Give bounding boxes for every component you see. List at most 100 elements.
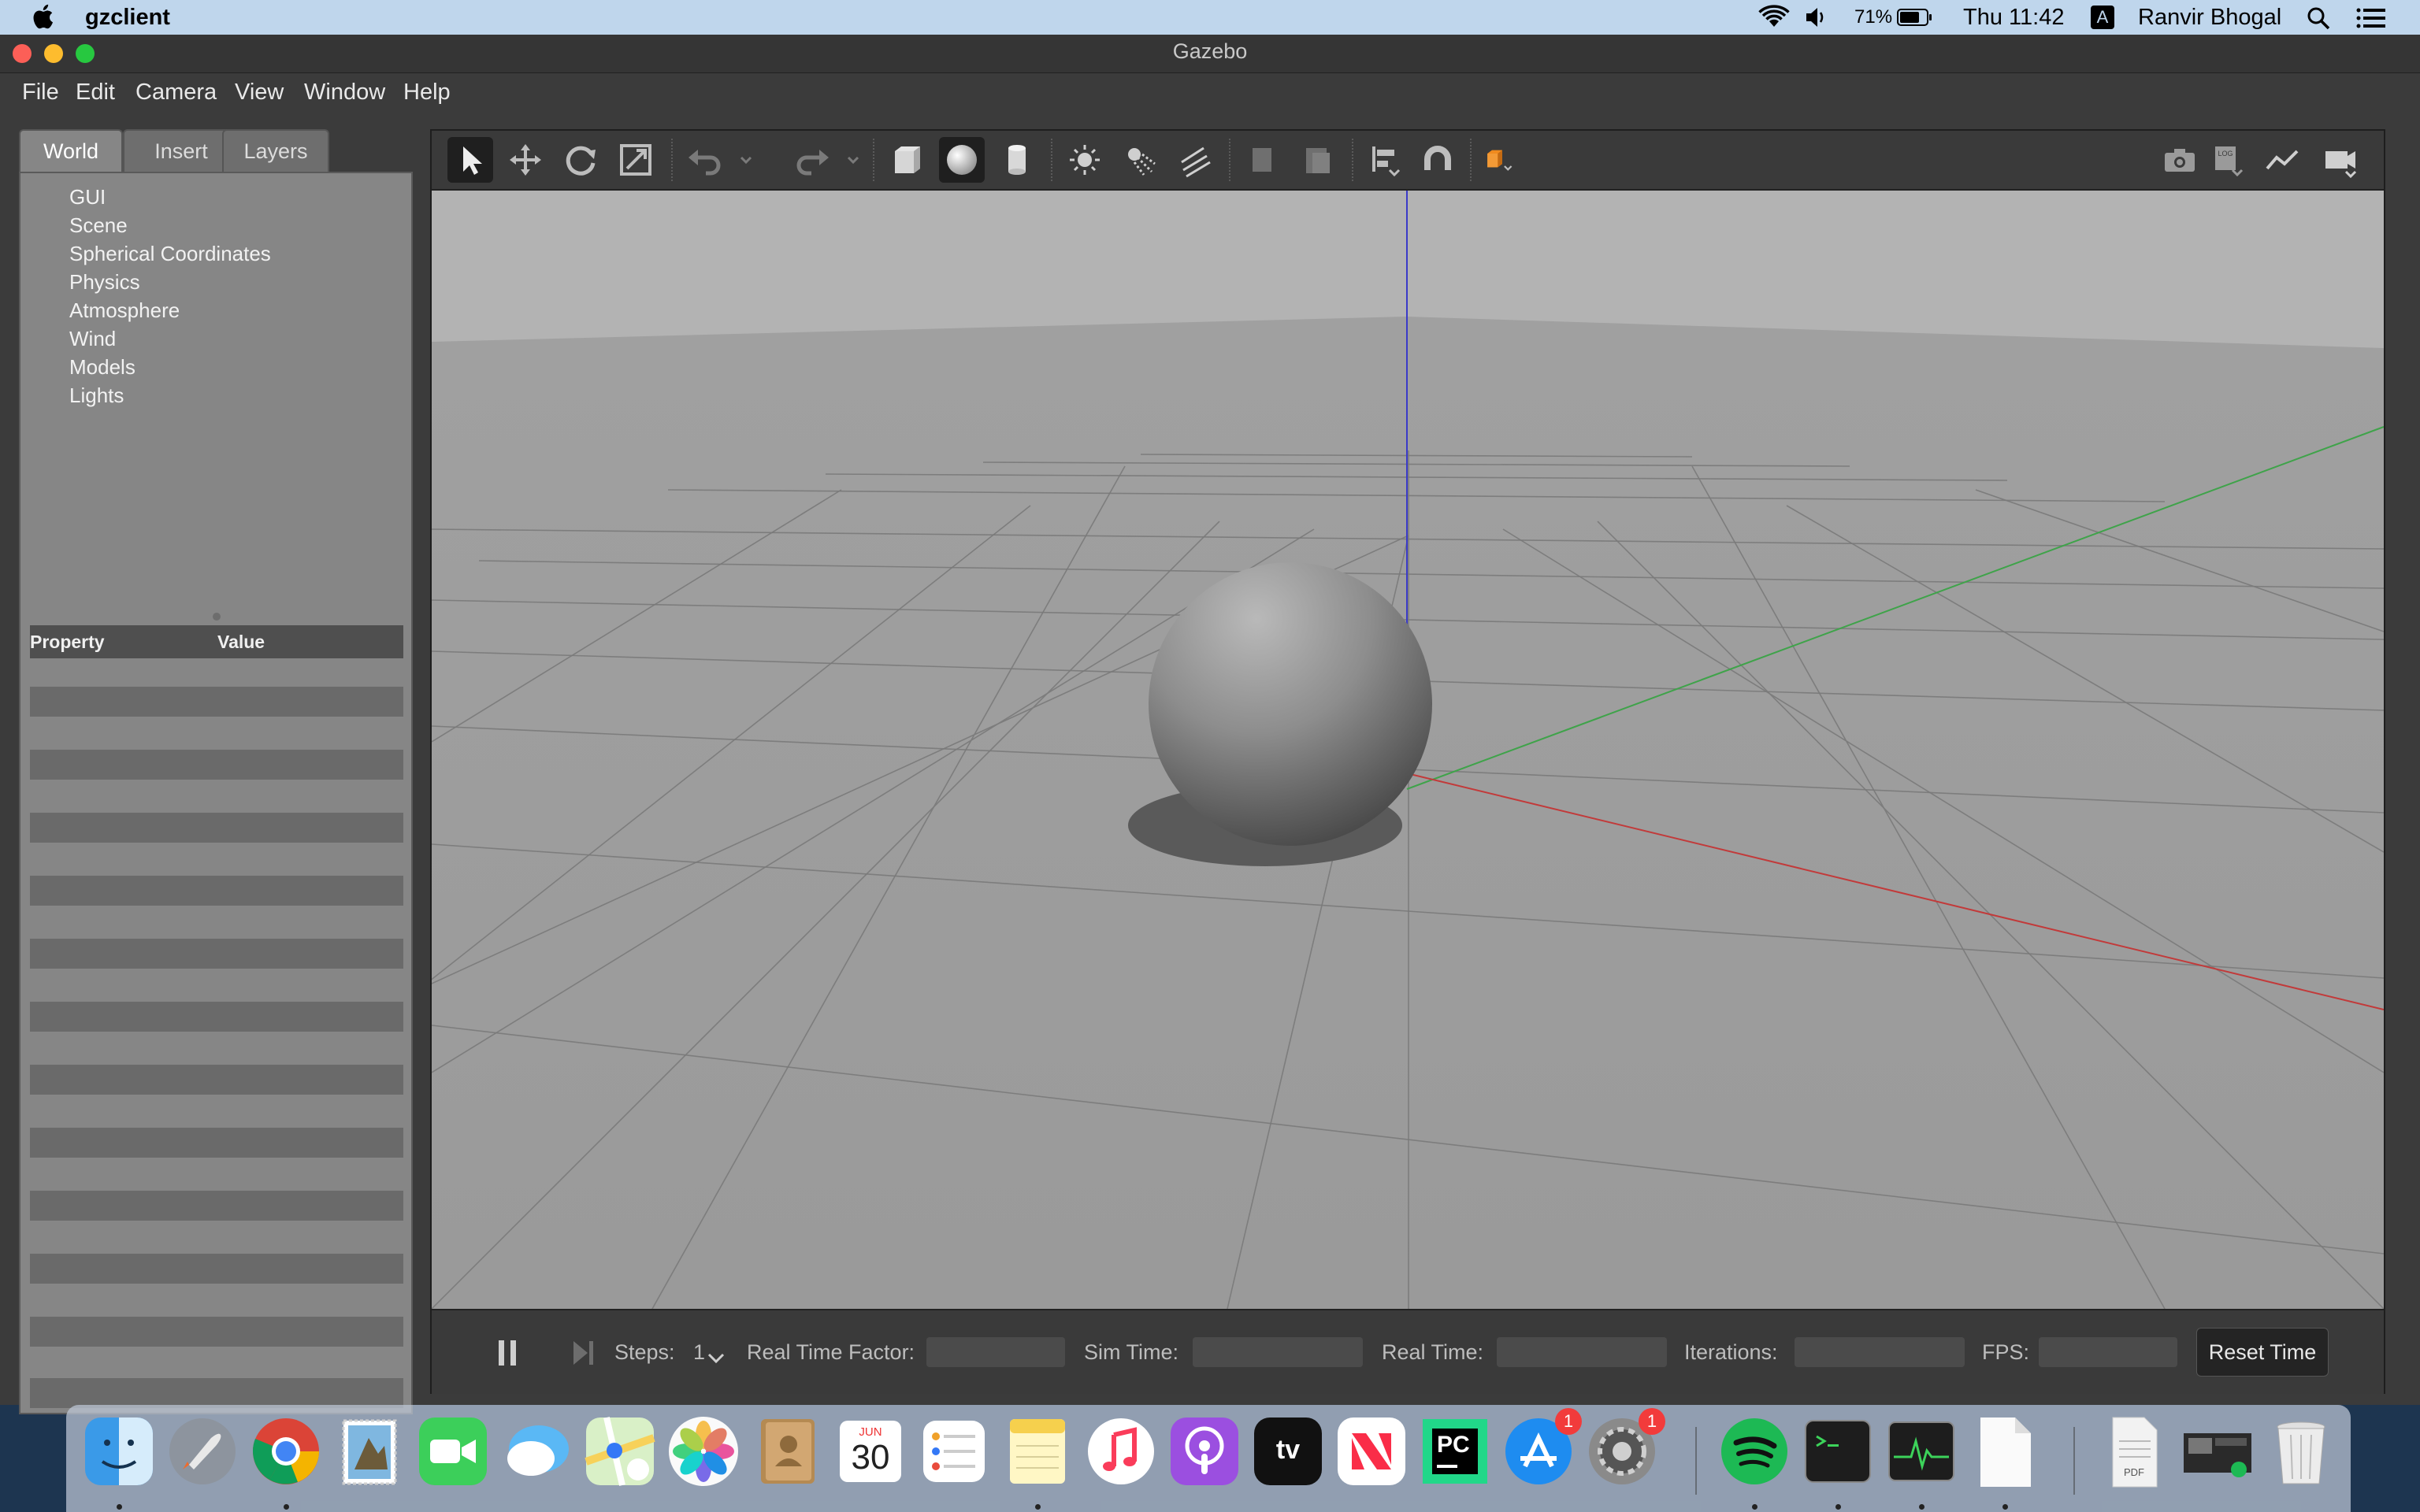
log-button[interactable]: LOG	[2204, 137, 2250, 183]
wifi-icon[interactable]	[1758, 5, 1790, 30]
undo-history-dropdown[interactable]	[723, 137, 752, 183]
redo-history-dropdown[interactable]	[830, 137, 859, 183]
dock-news[interactable]	[1334, 1414, 1409, 1488]
menubar-user-name[interactable]: Ranvir Bhogal	[2138, 3, 2281, 32]
dock-finder[interactable]	[82, 1414, 156, 1488]
align-button[interactable]	[1363, 137, 1409, 183]
insert-cylinder-button[interactable]	[994, 137, 1040, 183]
3d-viewport[interactable]	[432, 191, 2384, 1309]
menu-camera[interactable]: Camera	[135, 79, 217, 106]
dock-trash[interactable]	[2264, 1414, 2338, 1488]
menu-help[interactable]: Help	[403, 79, 451, 106]
property-row[interactable]	[30, 1065, 403, 1095]
fps-field	[2039, 1337, 2177, 1367]
property-row[interactable]	[30, 750, 403, 780]
tree-item-physics[interactable]: Physics	[69, 268, 271, 296]
video-record-button[interactable]	[2318, 137, 2363, 183]
menubar-clock[interactable]: Thu 11:42	[1963, 3, 2064, 32]
dock-document[interactable]	[1968, 1414, 2042, 1488]
insert-box-button[interactable]	[884, 137, 930, 183]
property-row[interactable]	[30, 687, 403, 717]
notification-center-icon[interactable]	[2355, 6, 2387, 30]
dock-terminal[interactable]	[1801, 1414, 1875, 1488]
panel-splitter-handle[interactable]	[213, 613, 221, 621]
dock-reminders[interactable]	[917, 1414, 991, 1488]
paste-button[interactable]	[1295, 137, 1341, 183]
redo-button[interactable]	[789, 137, 835, 183]
dock-photos[interactable]	[666, 1414, 740, 1488]
undo-button[interactable]	[682, 137, 728, 183]
rotate-mode-button[interactable]	[558, 137, 603, 183]
property-row[interactable]	[30, 876, 403, 906]
dock-music[interactable]	[1084, 1414, 1158, 1488]
menu-view[interactable]: View	[235, 79, 284, 106]
dock-chrome[interactable]	[249, 1414, 323, 1488]
steps-value[interactable]: 1	[693, 1336, 705, 1368]
dock-podcasts[interactable]	[1167, 1414, 1242, 1488]
magnet-icon	[1424, 146, 1451, 170]
volume-icon[interactable]	[1804, 6, 1828, 28]
menu-edit[interactable]: Edit	[76, 79, 115, 106]
dock-spotify[interactable]	[1717, 1414, 1791, 1488]
battery-percent: 71%	[1854, 6, 1893, 28]
chevron-down-icon[interactable]	[704, 1348, 728, 1367]
dock-screenshot-stack[interactable]	[2181, 1414, 2255, 1488]
spotlight-search-icon[interactable]	[2307, 6, 2330, 30]
pause-icon[interactable]	[492, 1337, 523, 1369]
tree-item-scene[interactable]: Scene	[69, 211, 271, 239]
scale-mode-button[interactable]	[613, 137, 659, 183]
directional-light-button[interactable]	[1172, 137, 1218, 183]
select-mode-button[interactable]	[447, 137, 493, 183]
property-row[interactable]	[30, 1378, 403, 1408]
insert-sphere-button[interactable]	[939, 137, 985, 183]
tree-item-atmosphere[interactable]: Atmosphere	[69, 296, 271, 324]
property-row[interactable]	[30, 1191, 403, 1221]
snap-button[interactable]	[1415, 137, 1461, 183]
document-icon	[1980, 1418, 2031, 1487]
dock-mail[interactable]	[332, 1414, 406, 1488]
dock-notes[interactable]	[1000, 1414, 1075, 1488]
spot-light-button[interactable]	[1117, 137, 1163, 183]
reset-time-button[interactable]: Reset Time	[2196, 1328, 2329, 1377]
property-row[interactable]	[30, 813, 403, 843]
dock-contacts[interactable]	[750, 1414, 824, 1488]
tab-world[interactable]: World	[19, 129, 123, 173]
plot-button[interactable]	[2259, 137, 2305, 183]
property-row[interactable]	[30, 1128, 403, 1158]
dock-activity-monitor[interactable]	[1884, 1414, 1958, 1488]
align-icon	[1372, 146, 1401, 177]
window-title-bar[interactable]: Gazebo	[0, 35, 2420, 73]
apple-tv-label: tv	[1275, 1435, 1301, 1465]
dock-maps[interactable]	[583, 1414, 657, 1488]
tab-layers[interactable]: Layers	[222, 129, 329, 173]
tree-item-lights[interactable]: Lights	[69, 381, 271, 410]
tree-item-gui[interactable]: GUI	[69, 183, 271, 211]
tree-item-spherical-coordinates[interactable]: Spherical Coordinates	[69, 239, 271, 268]
tree-item-models[interactable]: Models	[69, 353, 271, 381]
screenshot-button[interactable]	[2157, 137, 2203, 183]
copy-button[interactable]	[1240, 137, 1286, 183]
macos-menu-bar: gzclient 71% Thu 11:42 A Ranvir Bhogal	[0, 0, 2420, 35]
input-source-icon[interactable]: A	[2091, 6, 2114, 29]
step-forward-icon[interactable]	[567, 1337, 599, 1369]
battery-icon[interactable]	[1897, 8, 1933, 27]
property-row[interactable]	[30, 1254, 403, 1284]
apple-logo-icon[interactable]	[33, 4, 57, 31]
menu-file[interactable]: File	[22, 79, 59, 106]
dock-pdf-stack[interactable]: PDF	[2097, 1414, 2171, 1488]
dock-launchpad[interactable]	[165, 1414, 239, 1488]
menu-window[interactable]: Window	[304, 79, 385, 106]
property-row[interactable]	[30, 939, 403, 969]
tree-item-wind[interactable]: Wind	[69, 324, 271, 353]
property-row[interactable]	[30, 1317, 403, 1347]
dock-calendar[interactable]: JUN 30	[833, 1414, 908, 1488]
dock-facetime[interactable]	[416, 1414, 490, 1488]
dock-pycharm[interactable]: PC	[1418, 1414, 1492, 1488]
dock-apple-tv[interactable]: tv	[1251, 1414, 1325, 1488]
dock-messages[interactable]	[499, 1414, 573, 1488]
active-app-name[interactable]: gzclient	[85, 3, 170, 32]
property-row[interactable]	[30, 1002, 403, 1032]
point-light-button[interactable]	[1062, 137, 1108, 183]
view-angle-button[interactable]	[1479, 137, 1542, 183]
translate-mode-button[interactable]	[503, 137, 548, 183]
